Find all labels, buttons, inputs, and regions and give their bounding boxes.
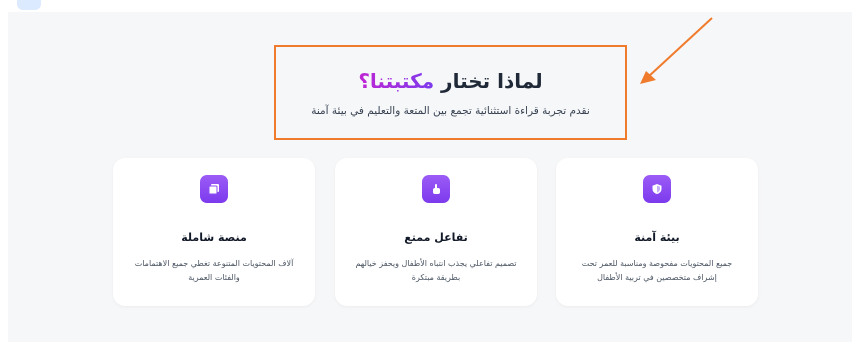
hand-pointer-icon [422, 175, 450, 203]
title-accent: مكتبتنا؟ [358, 69, 435, 93]
why-us-section: لماذا تختار مكتبتنا؟ نقدم تجربة قراءة اس… [8, 12, 852, 342]
feature-card-interactive: تفاعل ممتع تصميم تفاعلي يجذب انتباه الأط… [335, 158, 537, 306]
feature-description: آلاف المحتويات المتنوعة تغطي جميع الاهتم… [134, 259, 294, 282]
section-subtitle: نقدم تجربة قراءة استثنائية تجمع بين المت… [311, 105, 590, 117]
feature-description: جميع المحتويات مفحوصة ومناسبة للعمر تحت … [581, 259, 733, 282]
annotation-highlight-box: لماذا تختار مكتبتنا؟ نقدم تجربة قراءة اس… [274, 45, 627, 140]
feature-description: تصميم تفاعلي يجذب انتباه الأطفال ويحفز خ… [355, 259, 517, 282]
section-title: لماذا تختار مكتبتنا؟ [276, 69, 625, 93]
top-corner-chip [17, 0, 41, 10]
shield-icon [643, 175, 671, 203]
feature-title: بيئة آمنة [634, 231, 680, 244]
layers-icon [200, 175, 228, 203]
feature-title: تفاعل ممتع [404, 231, 468, 244]
feature-card-safe: بيئة آمنة جميع المحتويات مفحوصة ومناسبة … [556, 158, 758, 306]
feature-title: منصة شاملة [181, 231, 247, 244]
feature-card-comprehensive: منصة شاملة آلاف المحتويات المتنوعة تغطي … [113, 158, 315, 306]
title-prefix: لماذا تختار [434, 69, 543, 93]
